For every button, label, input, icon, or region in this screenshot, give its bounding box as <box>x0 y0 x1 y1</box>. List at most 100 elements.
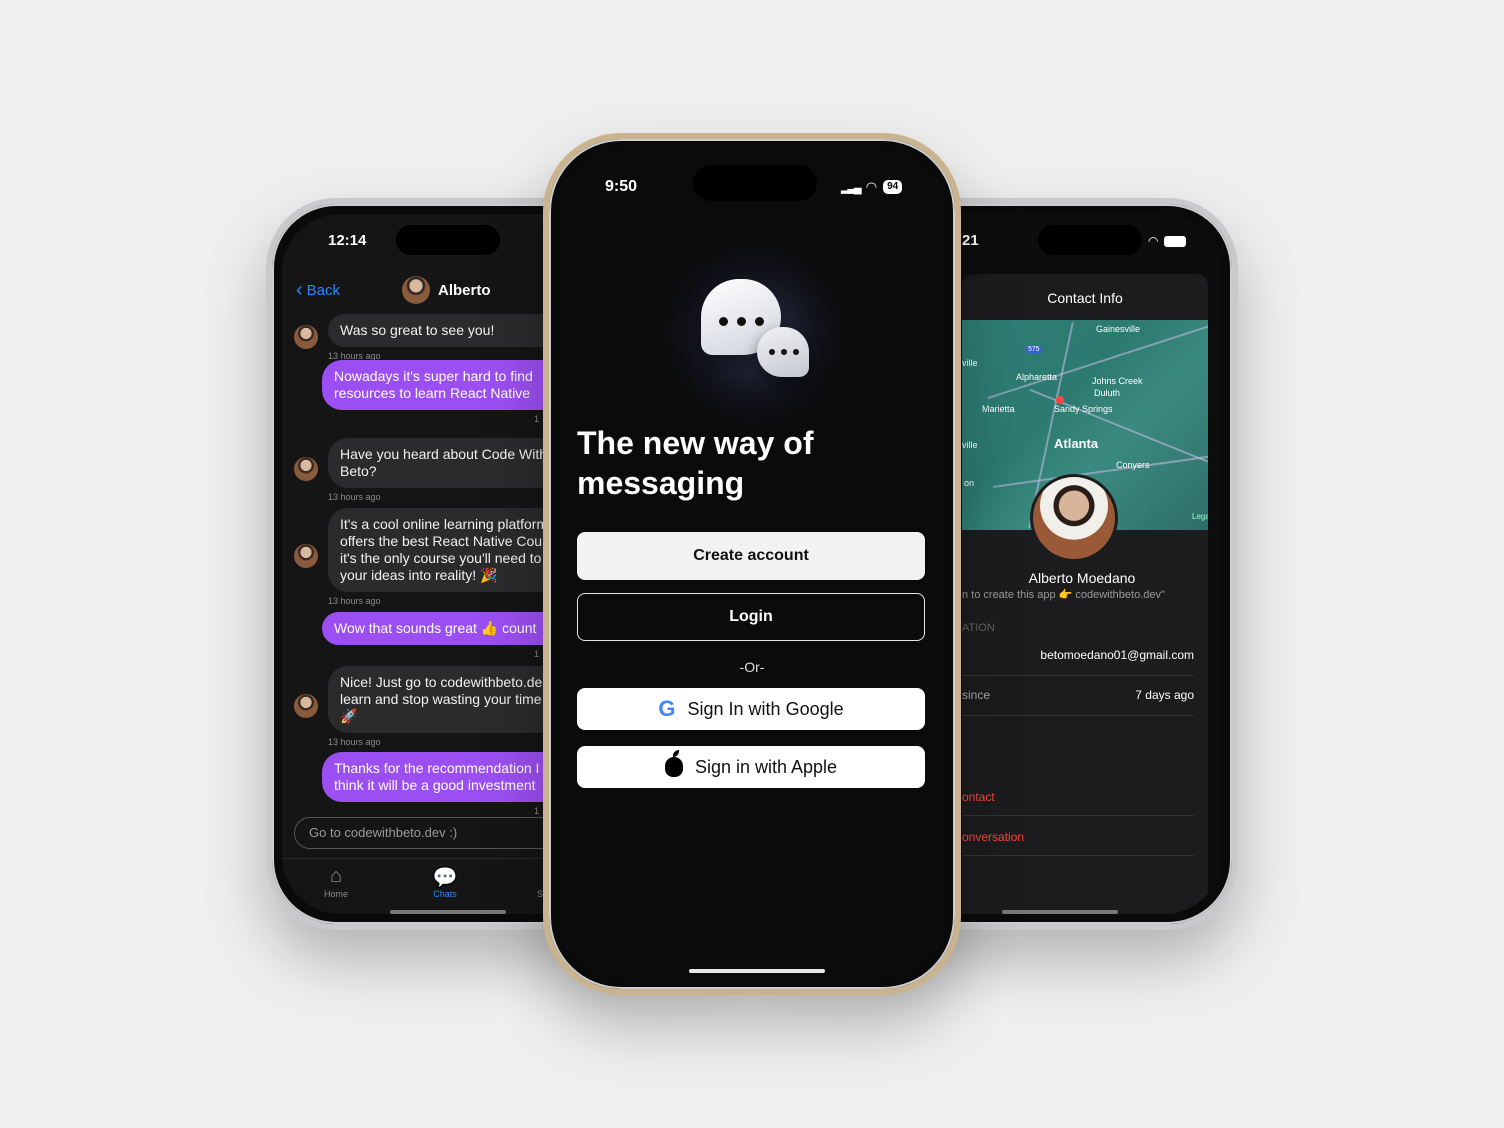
wifi-icon: ◠ <box>1148 234 1159 248</box>
message-line: Have you heard about Code With <box>340 446 548 462</box>
status-time: 12:14 <box>328 232 367 249</box>
outgoing-message[interactable]: Thanks for the recommendation Ithink it … <box>322 752 562 802</box>
message-timestamp: 1 <box>534 806 540 816</box>
outgoing-message[interactable]: Nowadays it's super hard to find resource… <box>322 360 562 410</box>
since-value: 7 days ago <box>1135 688 1194 702</box>
chat-contact-name: Alberto <box>438 281 491 299</box>
email-row[interactable]: betomoedano01@gmail.com <box>962 636 1194 676</box>
ellipsis-icon <box>769 349 799 355</box>
map-legal-link[interactable]: Legal <box>1192 512 1208 521</box>
map-label: Sandy Springs <box>1054 404 1113 414</box>
since-row: since 7 days ago <box>962 676 1194 716</box>
since-label: since <box>962 688 991 702</box>
dynamic-island <box>396 225 500 255</box>
headline: The new way of messaging <box>577 423 877 503</box>
message-line: resources to learn React Native <box>334 385 531 401</box>
create-account-button[interactable]: Create account <box>577 532 925 580</box>
message-input[interactable]: Go to codewithbeto.dev :) <box>294 817 574 849</box>
or-divider: -Or- <box>739 659 765 675</box>
block-contact-button[interactable]: ontact <box>962 790 995 804</box>
tab-home-label: Home <box>323 889 348 899</box>
message-timestamp: 13 hours ago <box>328 596 381 606</box>
avatar <box>294 544 318 568</box>
home-icon: ⌂ <box>329 865 343 887</box>
tab-home[interactable]: ⌂ Home <box>306 865 366 899</box>
incoming-message[interactable]: It's a cool online learning platform offe… <box>328 508 558 592</box>
map-label: ville <box>962 440 978 450</box>
map-label: Gainesville <box>1096 324 1141 334</box>
apple-signin-button[interactable]: Sign in with Apple <box>577 746 925 788</box>
status-icons: ▂▃▄ ◠ 94 <box>841 179 903 195</box>
back-label: Back <box>306 281 341 299</box>
message-line: think it will be a good investment <box>334 777 536 793</box>
message-line: offers the best React Native Cou <box>340 533 543 549</box>
google-icon: G <box>658 696 676 721</box>
back-button[interactable]: ‹ Back <box>296 280 340 300</box>
google-signin-button[interactable]: G Sign In with Google <box>577 688 925 730</box>
location-pin-icon <box>1056 396 1064 404</box>
message-line: Nowadays it's super hard to find <box>334 368 533 384</box>
outgoing-message[interactable]: Wow that sounds great 👍 count <box>322 612 562 645</box>
ellipsis-icon <box>719 317 764 326</box>
message-line: learn and stop wasting your time <box>340 691 542 707</box>
action-row[interactable]: ontact <box>962 776 1194 816</box>
map-label: Alpharetta <box>1016 372 1058 382</box>
message-line: Was so great to see you! <box>340 322 495 338</box>
sheet-title: Contact Info <box>1047 290 1123 306</box>
contact-name: Alberto Moedano <box>1028 570 1136 586</box>
login-button[interactable]: Login <box>577 593 925 641</box>
headline-line: messaging <box>577 465 745 501</box>
message-line: Wow that sounds great 👍 count <box>334 620 537 636</box>
avatar <box>294 457 318 481</box>
map-label: ville <box>962 358 978 368</box>
message-line: Beto? <box>340 463 377 479</box>
message-timestamp: 1 <box>534 649 540 659</box>
dynamic-island <box>1038 225 1142 255</box>
message-line: Nice! Just go to codewithbeto.de <box>340 674 543 690</box>
chat-contact[interactable]: Alberto <box>402 276 491 304</box>
section-label: ATION <box>962 622 995 634</box>
phone-welcome: 9:50 ▂▃▄ ◠ 94 The new way of messaging C… <box>543 133 961 995</box>
wifi-icon: ◠ <box>865 179 878 194</box>
status-time: 9:50 <box>605 178 638 195</box>
headline-line: The new way of <box>577 425 814 461</box>
incoming-message[interactable]: Nice! Just go to codewithbeto.de learn an… <box>328 666 558 733</box>
chat-bubble-small-icon <box>757 327 809 377</box>
map-label: on <box>964 478 975 488</box>
chats-icon: 💬 <box>432 867 458 889</box>
map-label: Duluth <box>1094 388 1121 398</box>
incoming-message[interactable]: Have you heard about Code With Beto? <box>328 438 558 488</box>
dynamic-island <box>693 165 817 201</box>
delete-conversation-button[interactable]: onversation <box>962 830 1024 844</box>
contact-sheet: Contact Info Gainesville Co 575 ville Al… <box>962 274 1208 914</box>
home-indicator <box>689 969 825 973</box>
message-line: your ideas into reality! 🎉 <box>340 567 498 583</box>
google-signin-label: Sign In with Google <box>687 698 844 719</box>
map-label: Marietta <box>982 404 1015 414</box>
map-label: Johns Creek <box>1092 376 1143 386</box>
message-timestamp: 1 <box>534 414 540 424</box>
map-label: Conyers <box>1116 460 1150 470</box>
action-row[interactable]: onversation <box>962 816 1194 856</box>
status-icons: ◠ <box>1148 234 1187 248</box>
highway-badge: 575 <box>1026 346 1042 353</box>
battery-icon <box>1164 235 1187 247</box>
tab-chats-label: Chats <box>433 889 457 899</box>
chevron-left-icon: ‹ <box>296 279 303 301</box>
message-line: 🚀 <box>340 708 358 724</box>
tab-chats[interactable]: 💬 Chats <box>415 865 475 899</box>
battery-icon: 94 <box>883 180 903 194</box>
message-line: It's a cool online learning platform <box>340 516 549 532</box>
message-line: it's the only course you'll need to <box>340 550 542 566</box>
map-label-city: Atlanta <box>1054 436 1099 451</box>
message-timestamp: 13 hours ago <box>328 492 381 502</box>
email-value: betomoedano01@gmail.com <box>1040 648 1194 662</box>
incoming-message[interactable]: Was so great to see you! <box>328 314 558 347</box>
apple-signin-label: Sign in with Apple <box>694 756 838 777</box>
avatar <box>294 693 318 718</box>
signal-icon: ▂▃▄ <box>841 181 862 194</box>
avatar <box>402 276 430 304</box>
home-indicator <box>390 910 506 914</box>
avatar <box>294 324 318 349</box>
profile-avatar <box>1030 474 1118 562</box>
